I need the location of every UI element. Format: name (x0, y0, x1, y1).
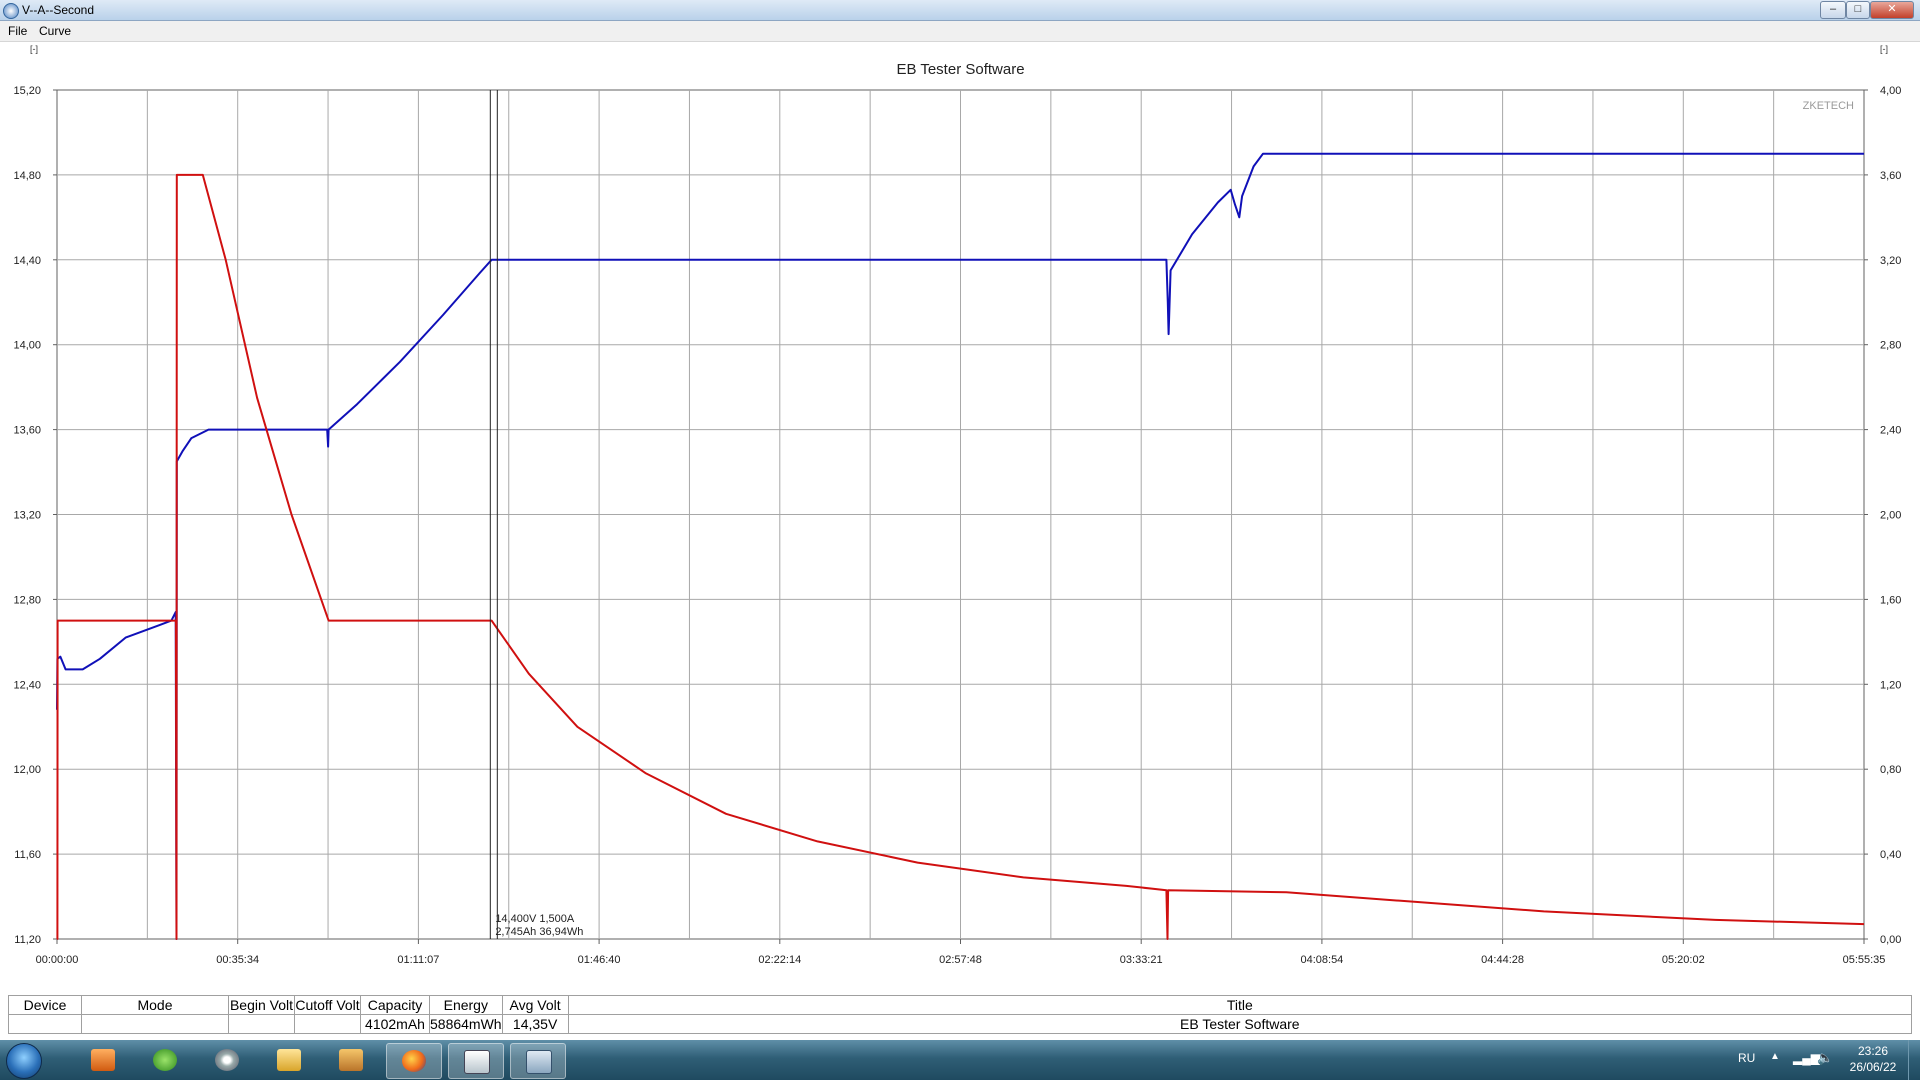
value-energy: 58864mWh (429, 1014, 503, 1034)
file-manager-icon[interactable] (262, 1043, 316, 1077)
value-cutoff-volt (294, 1014, 361, 1034)
header-begin-volt: Begin Volt (228, 995, 295, 1015)
x-axis-tick-label: 01:46:40 (578, 954, 621, 966)
value-device (8, 1014, 82, 1034)
x-axis-tick-label: 03:33:21 (1120, 954, 1163, 966)
left-axis-tick-label: 11,20 (14, 934, 41, 946)
archive-tool-icon[interactable] (324, 1043, 378, 1077)
window-title: V--A--Second (22, 3, 95, 17)
close-button[interactable]: ✕ (1870, 1, 1914, 19)
right-axis-tick-label: 1,60 (1880, 594, 1901, 606)
cursor-readout-line2: 2,745Ah 36,94Wh (495, 926, 583, 938)
left-axis-tick-label: 14,00 (13, 340, 41, 352)
x-axis-tick-label: 04:44:28 (1481, 954, 1524, 966)
left-axis-tick-label: 13,60 (13, 425, 41, 437)
calculator-icon[interactable] (510, 1043, 566, 1079)
chart-title: EB Tester Software (896, 61, 1024, 78)
value-begin-volt (228, 1014, 295, 1034)
status-value-row: 4102mAh 58864mWh 14,35V EB Tester Softwa… (8, 1014, 1913, 1034)
left-axis-tick-label: 14,40 (13, 255, 41, 267)
window-titlebar[interactable]: V--A--Second – □ ✕ (0, 0, 1920, 21)
media-player-icon[interactable] (76, 1043, 130, 1077)
value-title: EB Tester Software (567, 1014, 1913, 1034)
right-axis-tick-label: 2,40 (1880, 425, 1901, 437)
header-capacity: Capacity (360, 995, 430, 1015)
right-axis-tick-label: 0,00 (1880, 934, 1901, 946)
header-title: Title (567, 995, 1913, 1015)
right-axis-tick-label: 0,80 (1880, 764, 1901, 776)
x-axis-tick-label: 00:00:00 (36, 954, 79, 966)
left-axis-tick-label: 15,20 (13, 85, 41, 97)
value-mode (81, 1014, 229, 1034)
start-button[interactable] (6, 1043, 42, 1079)
right-axis-unit: [-] (1880, 44, 1888, 54)
right-axis-tick-label: 2,00 (1880, 510, 1901, 522)
menu-curve[interactable]: Curve (39, 24, 71, 38)
taskbar: RU ▲ ▂▄▆ 🔈 23:26 26/06/22 (0, 1040, 1920, 1080)
menu-file[interactable]: File (8, 24, 27, 38)
value-avg-volt: 14,35V (501, 1014, 569, 1034)
left-axis-unit: [-] (30, 44, 38, 54)
header-mode: Mode (81, 995, 229, 1015)
x-axis-tick-label: 05:20:02 (1662, 954, 1705, 966)
x-axis-tick-label: 05:55:35 (1843, 954, 1886, 966)
right-axis-tick-label: 1,20 (1880, 679, 1901, 691)
header-energy: Energy (429, 995, 503, 1015)
left-axis-tick-label: 12,40 (13, 679, 41, 691)
header-cutoff-volt: Cutoff Volt (294, 995, 361, 1015)
left-axis-tick-label: 12,00 (13, 764, 41, 776)
right-axis-tick-label: 2,80 (1880, 340, 1901, 352)
x-axis-tick-label: 04:08:54 (1300, 954, 1343, 966)
minimize-button[interactable]: – (1820, 1, 1846, 19)
language-indicator[interactable]: RU (1738, 1051, 1755, 1065)
left-axis-tick-label: 12,80 (13, 594, 41, 606)
value-capacity: 4102mAh (360, 1014, 430, 1034)
cursor-readout-line1: 14,400V 1,500A (495, 913, 575, 925)
x-axis-tick-label: 01:11:07 (397, 954, 439, 966)
app-icon (3, 3, 19, 19)
clock-date[interactable]: 26/06/22 (1845, 1060, 1901, 1074)
clock-time[interactable]: 23:26 (1845, 1044, 1901, 1058)
show-desktop-button[interactable] (1908, 1040, 1920, 1080)
right-axis-tick-label: 4,00 (1880, 85, 1901, 97)
tray-expand-icon[interactable]: ▲ (1770, 1051, 1780, 1062)
maximize-button[interactable]: □ (1846, 1, 1870, 19)
chart-area: EB Tester Software ZKETECH [-] [-] 15,20 14,8… (0, 42, 1920, 990)
firefox-icon[interactable] (386, 1043, 442, 1079)
status-table: Device Mode Begin Volt Cutoff Volt Capac… (8, 995, 1913, 1034)
x-axis-tick-label: 00:35:34 (216, 954, 259, 966)
right-axis-tick-label: 3,20 (1880, 255, 1901, 267)
volume-icon[interactable]: 🔈 (1817, 1050, 1833, 1066)
left-axis-tick-label: 14,80 (13, 170, 41, 182)
chart-watermark: ZKETECH (1803, 100, 1854, 112)
status-header-row: Device Mode Begin Volt Cutoff Volt Capac… (8, 995, 1913, 1015)
va-chart: EB Tester Software ZKETECH [-] [-] 15,20 14,8… (13, 44, 1901, 966)
menu-bar: File Curve (0, 21, 1920, 42)
x-axis-tick-label: 02:57:48 (939, 954, 982, 966)
right-axis-tick-label: 3,60 (1880, 170, 1901, 182)
header-device: Device (8, 995, 82, 1015)
package-tool-icon[interactable] (448, 1043, 504, 1079)
left-axis-tick-label: 11,60 (14, 849, 41, 861)
icq-icon[interactable] (138, 1043, 192, 1077)
dvd-player-icon[interactable] (200, 1043, 254, 1077)
x-axis-tick-label: 02:22:14 (758, 954, 801, 966)
right-axis-tick-label: 0,40 (1880, 849, 1901, 861)
left-axis-tick-label: 13,20 (13, 510, 41, 522)
network-icon[interactable]: ▂▄▆ (1793, 1051, 1820, 1065)
header-avg-volt: Avg Volt (501, 995, 569, 1015)
